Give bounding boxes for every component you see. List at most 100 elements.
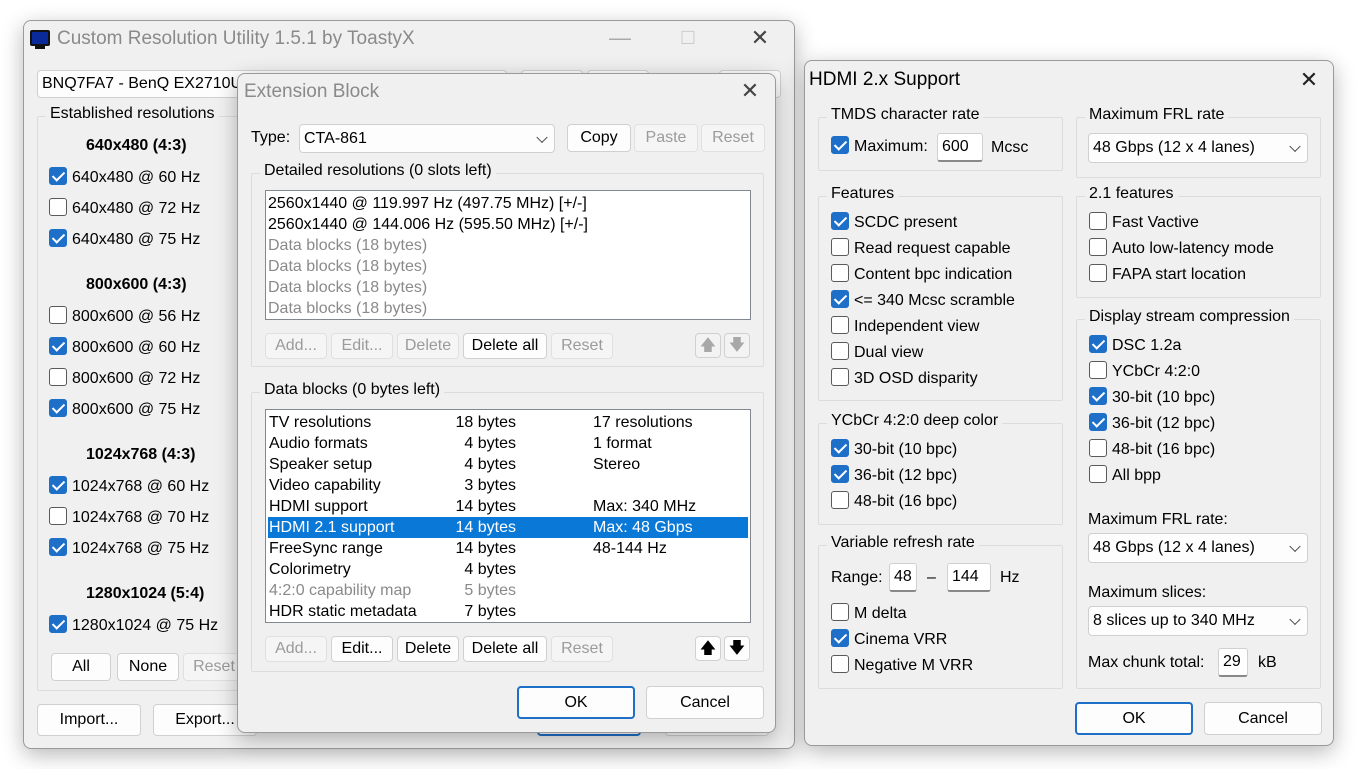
established-resolution-checkbox[interactable]: 800x600 @ 56 Hz (49, 306, 200, 328)
detailed-resolution-row[interactable]: Data blocks (18 bytes) (268, 298, 748, 319)
detailed-move-down-icon[interactable]: 🡇 (724, 333, 750, 358)
feature-checkbox[interactable]: SCDC present (831, 212, 957, 234)
data-block-row[interactable]: Colorimetry 4 bytes (268, 559, 748, 580)
established-resolutions-label: Established resolutions (46, 105, 219, 123)
extension-block-titlebar[interactable]: Extension Block ✕ (238, 74, 775, 110)
detailed-edit-button[interactable]: Edit... (331, 333, 393, 359)
close-icon[interactable]: ✕ (728, 76, 772, 106)
type-reset-button[interactable]: Reset (701, 124, 765, 152)
slices-select[interactable]: 8 slices up to 340 MHz (1088, 606, 1308, 636)
data-block-info: 17 resolutions (593, 414, 693, 431)
vrr-checkbox[interactable]: M delta (831, 603, 906, 625)
f21-checkbox[interactable]: Auto low-latency mode (1089, 238, 1274, 260)
data-block-row[interactable]: HDMI support 14 bytes Max: 340 MHz (268, 496, 748, 517)
datablock-move-down-icon[interactable]: 🡇 (724, 636, 750, 661)
detailed-resolution-row[interactable]: Data blocks (18 bytes) (268, 235, 748, 256)
detailed-resolutions-list[interactable]: 2560x1440 @ 119.997 Hz (497.75 MHz) [+/-… (265, 190, 751, 320)
close-icon[interactable]: ✕ (738, 23, 782, 53)
data-block-row[interactable]: Video capability 3 bytes (268, 475, 748, 496)
extension-ok-button[interactable]: OK (517, 686, 635, 719)
hdmi-cancel-button[interactable]: Cancel (1204, 702, 1322, 735)
data-blocks-label: Data blocks (0 bytes left) (260, 381, 445, 399)
data-block-row[interactable]: 4:2:0 capability map 5 bytes (268, 580, 748, 601)
established-reset-button[interactable]: Reset (183, 653, 245, 681)
dsc-checkbox[interactable]: DSC 1.2a (1089, 335, 1181, 357)
data-block-row[interactable]: Audio formats 4 bytes 1 format (268, 433, 748, 454)
paste-button[interactable]: Paste (634, 124, 698, 152)
established-resolution-checkbox[interactable]: 800x600 @ 72 Hz (49, 368, 200, 390)
data-block-row[interactable]: FreeSync range 14 bytes 48-144 Hz (268, 538, 748, 559)
copy-button[interactable]: Copy (567, 124, 631, 152)
vrr-checkbox[interactable]: Cinema VRR (831, 629, 947, 651)
detailed-resolution-row[interactable]: 2560x1440 @ 119.997 Hz (497.75 MHz) [+/-… (268, 193, 748, 214)
feature-checkbox[interactable]: Dual view (831, 342, 923, 364)
established-resolution-checkbox[interactable]: 640x480 @ 75 Hz (49, 229, 200, 251)
data-blocks-list[interactable]: TV resolutions 18 bytes 17 resolutions Audi… (265, 409, 751, 623)
datablock-add-button[interactable]: Add... (265, 636, 327, 662)
detailed-add-button[interactable]: Add... (265, 333, 327, 359)
frl-select[interactable]: 48 Gbps (12 x 4 lanes) (1088, 133, 1308, 163)
ycbcr-checkbox[interactable]: 30-bit (10 bpc) (831, 439, 957, 461)
detailed-delete-all-button[interactable]: Delete all (463, 333, 547, 359)
dsc-checkbox[interactable]: All bpp (1089, 465, 1161, 487)
established-resolution-checkbox[interactable]: 640x480 @ 72 Hz (49, 198, 200, 220)
vrr-checkbox[interactable]: Negative M VRR (831, 655, 973, 677)
established-resolution-checkbox[interactable]: 1280x1024 @ 75 Hz (49, 615, 218, 637)
resolution-group-header: 800x600 (4:3) (86, 276, 187, 293)
datablock-edit-button[interactable]: Edit... (331, 636, 393, 662)
vrr-range-max-input[interactable]: 144 (947, 563, 991, 592)
established-resolution-checkbox[interactable]: 1024x768 @ 70 Hz (49, 507, 209, 529)
checkbox-icon (831, 342, 849, 360)
dsc-checkbox[interactable]: YCbCr 4:2:0 (1089, 361, 1200, 383)
hdmi-titlebar[interactable]: HDMI 2.x Support ✕ (805, 61, 1333, 97)
feature-checkbox[interactable]: <= 340 Mcsc scramble (831, 290, 1015, 312)
tmds-maximum-checkbox[interactable]: Maximum: (831, 136, 928, 158)
established-resolution-checkbox[interactable]: 800x600 @ 60 Hz (49, 337, 200, 359)
select-none-button[interactable]: None (117, 653, 179, 681)
detailed-resolution-row[interactable]: Data blocks (18 bytes) (268, 277, 748, 298)
established-resolution-checkbox[interactable]: 800x600 @ 75 Hz (49, 399, 200, 421)
type-select[interactable]: CTA-861 (299, 124, 555, 153)
detailed-move-up-icon[interactable]: 🡅 (695, 333, 721, 358)
established-resolution-checkbox[interactable]: 1024x768 @ 75 Hz (49, 538, 209, 560)
cru-titlebar[interactable]: Custom Resolution Utility 1.5.1 by Toast… (24, 21, 794, 57)
feature-checkbox-label: Independent view (854, 318, 980, 335)
data-block-row[interactable]: TV resolutions 18 bytes 17 resolutions (268, 412, 748, 433)
feature-checkbox[interactable]: 3D OSD disparity (831, 368, 978, 390)
maximize-icon[interactable]: ☐ (666, 23, 710, 53)
detailed-reset-button[interactable]: Reset (551, 333, 613, 359)
ycbcr-checkbox[interactable]: 48-bit (16 bpc) (831, 491, 957, 513)
detailed-resolution-row[interactable]: 2560x1440 @ 144.006 Hz (595.50 MHz) [+/-… (268, 214, 748, 235)
import-button[interactable]: Import... (37, 704, 141, 736)
dsc-frl-select[interactable]: 48 Gbps (12 x 4 lanes) (1088, 533, 1308, 563)
data-block-row[interactable]: HDMI 2.1 support 14 bytes Max: 48 Gbps (268, 517, 748, 538)
frl-select-value: 48 Gbps (12 x 4 lanes) (1093, 139, 1255, 156)
feature-checkbox[interactable]: Read request capable (831, 238, 1011, 260)
vrr-range-min-input[interactable]: 48 (889, 563, 917, 592)
data-block-row[interactable]: HDR static metadata 7 bytes (268, 601, 748, 622)
dsc-checkbox[interactable]: 30-bit (10 bpc) (1089, 387, 1215, 409)
dsc-checkbox[interactable]: 48-bit (16 bpc) (1089, 439, 1215, 461)
f21-checkbox[interactable]: Fast Vactive (1089, 212, 1199, 234)
close-icon[interactable]: ✕ (1287, 65, 1331, 95)
data-block-row[interactable]: Speaker setup 4 bytes Stereo (268, 454, 748, 475)
f21-checkbox[interactable]: FAPA start location (1089, 264, 1246, 286)
feature-checkbox[interactable]: Content bpc indication (831, 264, 1012, 286)
hdmi-ok-button[interactable]: OK (1075, 702, 1193, 735)
datablock-delete-button[interactable]: Delete (397, 636, 459, 662)
chunk-input[interactable]: 29 (1218, 648, 1248, 677)
ycbcr-checkbox[interactable]: 36-bit (12 bpc) (831, 465, 957, 487)
dsc-checkbox[interactable]: 36-bit (12 bpc) (1089, 413, 1215, 435)
datablock-delete-all-button[interactable]: Delete all (463, 636, 547, 662)
datablock-move-up-icon[interactable]: 🡅 (695, 636, 721, 661)
detailed-resolution-row[interactable]: Data blocks (18 bytes) (268, 256, 748, 277)
datablock-reset-button[interactable]: Reset (551, 636, 613, 662)
detailed-delete-button[interactable]: Delete (397, 333, 459, 359)
tmds-maximum-input[interactable]: 600 (937, 133, 983, 162)
select-all-button[interactable]: All (51, 653, 111, 681)
established-resolution-checkbox[interactable]: 640x480 @ 60 Hz (49, 167, 200, 189)
extension-cancel-button[interactable]: Cancel (646, 686, 764, 719)
established-resolution-checkbox[interactable]: 1024x768 @ 60 Hz (49, 476, 209, 498)
feature-checkbox[interactable]: Independent view (831, 316, 979, 338)
minimize-icon[interactable]: — (598, 23, 642, 53)
